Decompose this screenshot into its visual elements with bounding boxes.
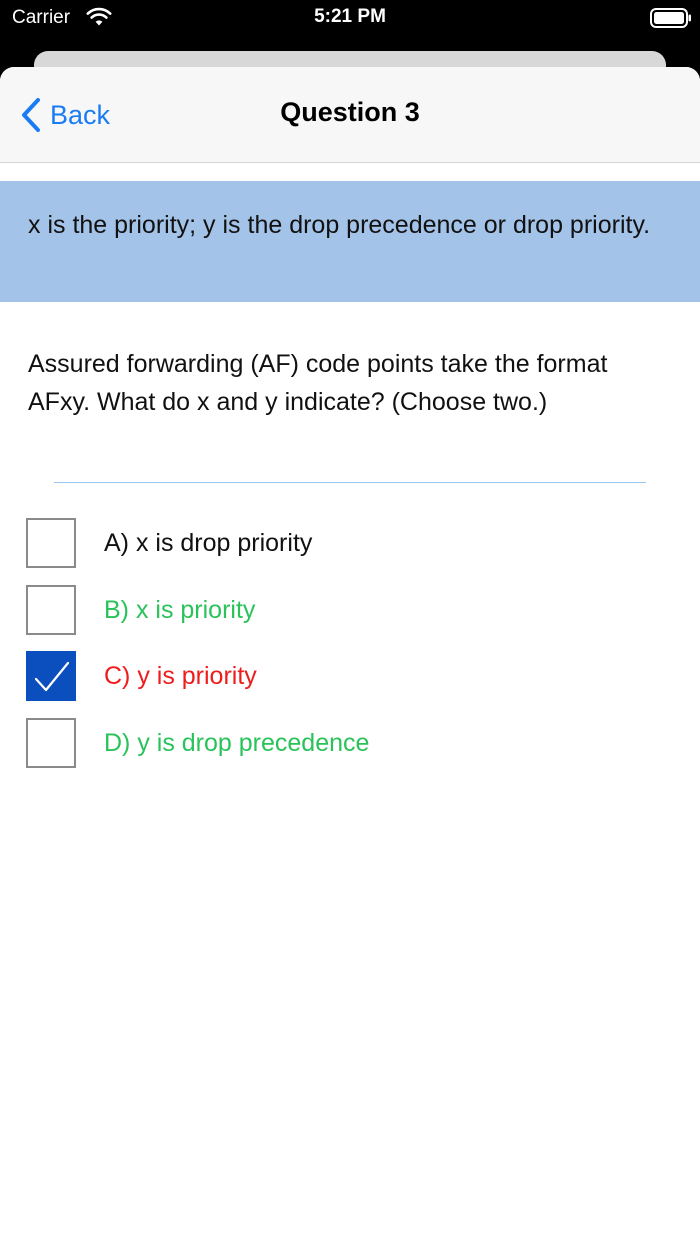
navigation-bar: Back Question 3 <box>0 67 700 163</box>
option-d-label: D) y is drop precedence <box>104 728 370 757</box>
option-d[interactable]: D) y is drop precedence <box>26 717 676 768</box>
status-bar: Carrier 5:21 PM <box>0 0 700 40</box>
checkbox-c[interactable] <box>26 651 76 701</box>
option-b-label: B) x is priority <box>104 595 256 624</box>
checkbox-b[interactable] <box>26 584 76 635</box>
option-c[interactable]: C) y is priority <box>26 651 676 701</box>
checkbox-a[interactable] <box>26 518 76 568</box>
option-c-label: C) y is priority <box>104 662 257 690</box>
question-text: Assured forwarding (AF) code points take… <box>28 350 608 416</box>
question-sheet: Back Question 3 x is the priority; y is … <box>0 67 700 1244</box>
battery-icon <box>650 8 691 28</box>
checkmark-icon <box>34 661 70 692</box>
answer-banner: x is the priority; y is the drop precede… <box>0 181 700 302</box>
option-a[interactable]: A) x is drop priority <box>26 518 676 568</box>
divider <box>54 482 646 483</box>
option-a-label: A) x is drop priority <box>104 529 313 557</box>
option-b[interactable]: B) x is priority <box>26 584 676 635</box>
status-time: 5:21 PM <box>314 6 386 27</box>
page-title: Question 3 <box>280 97 420 127</box>
checkbox-d[interactable] <box>26 717 76 768</box>
options-list: A) x is drop priority B) x is priority C… <box>26 518 676 784</box>
